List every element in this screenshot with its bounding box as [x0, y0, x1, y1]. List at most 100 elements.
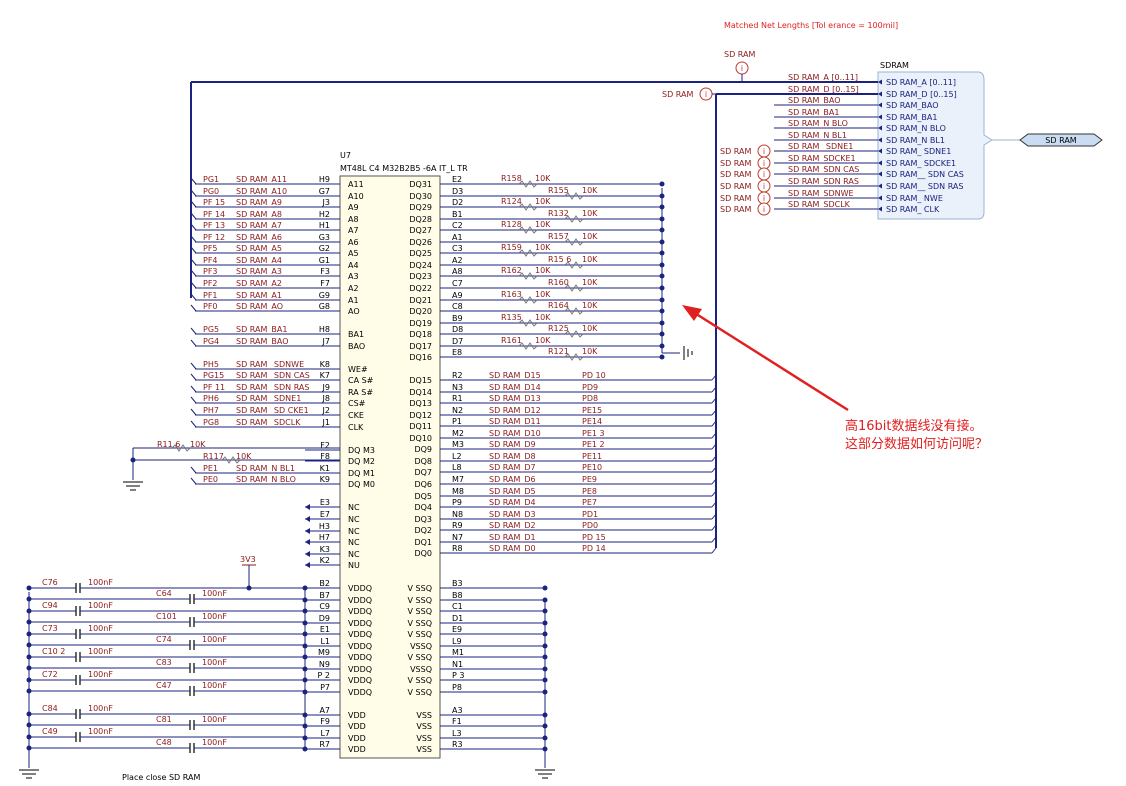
- capacitor-icon: [75, 709, 81, 719]
- pin-name: DQ2: [414, 526, 432, 535]
- ball-number: H3: [319, 522, 330, 531]
- port-label: PE10: [582, 463, 602, 472]
- resistor-ref: R132: [548, 209, 569, 218]
- ball-number: L9: [452, 637, 462, 646]
- pin-name: V SSQ: [408, 596, 432, 605]
- net-label: SD RAM_A10: [236, 187, 287, 196]
- harness-entry-label: SD RAM__ SDN RAS: [886, 182, 963, 191]
- pin-name: VSS: [416, 722, 432, 731]
- pin-name: DQ31: [409, 180, 432, 189]
- pin-name: WE#: [348, 365, 368, 374]
- port-label: PF 13: [203, 221, 225, 230]
- port-name: SD RAM: [1045, 136, 1076, 145]
- pin-name: DQ18: [409, 330, 432, 339]
- ball-number: N1: [452, 660, 463, 669]
- ball-number: P1: [452, 417, 462, 426]
- ball-number: L1: [320, 637, 330, 646]
- ball-number: P 2: [318, 671, 330, 680]
- harness-entry-label: SD RAM_N BL1: [886, 136, 945, 145]
- net-label: SD RAM_D13: [489, 394, 541, 403]
- capacitor-value: 100nF: [88, 727, 113, 736]
- pin-name: VSS: [416, 711, 432, 720]
- port-label: PG8: [203, 418, 219, 427]
- pin-name: DQ30: [409, 192, 432, 201]
- capacitor-ref: C81: [156, 715, 172, 724]
- ball-number: D1: [452, 614, 463, 623]
- pin-name: VDDQ: [348, 676, 372, 685]
- pin-name: A2: [348, 284, 359, 293]
- port-label: PD8: [582, 394, 598, 403]
- bus-entry: [190, 466, 197, 474]
- junction-dot: [659, 354, 665, 360]
- pin-name: VDD: [348, 722, 366, 731]
- ball-number: R2: [452, 371, 463, 380]
- pin-name: BAO: [348, 342, 365, 351]
- net-label: SD RAM_N BLO: [788, 119, 848, 128]
- ball-number: B9: [452, 314, 463, 323]
- pin-name: A7: [348, 226, 359, 235]
- pin-name: DQ7: [414, 468, 432, 477]
- ball-number: F3: [320, 267, 330, 276]
- pin-name: VDDQ: [348, 619, 372, 628]
- port-label: PF 12: [203, 233, 225, 242]
- resistor-ref: R128: [501, 220, 522, 229]
- ball-number: R9: [452, 521, 463, 530]
- resistor-value: 10K: [582, 347, 598, 356]
- capacitor-value: 100nF: [202, 635, 227, 644]
- net-label: SD RAM_D12: [489, 406, 541, 415]
- pin-name: DQ13: [409, 399, 432, 408]
- port-label: PG15: [203, 371, 224, 380]
- resistor-ref: R157: [548, 232, 569, 241]
- arrow-head-icon: [682, 305, 702, 321]
- resistor-ref: R164: [548, 301, 569, 310]
- port-label: PD 15: [582, 533, 606, 542]
- pin-name: VDD: [348, 711, 366, 720]
- port-label: PE9: [582, 475, 597, 484]
- ball-number: B8: [452, 591, 463, 600]
- net-label: SD RAM_D10: [489, 429, 541, 438]
- ball-number: H7: [319, 533, 330, 542]
- net-label: SD RAM_SDCLK: [788, 200, 851, 209]
- annotation-arrow: [689, 308, 849, 412]
- chip-part-number: MT48L C4 M32B2B5 -6A IT_L TR: [340, 164, 468, 173]
- ball-number: D2: [452, 198, 463, 207]
- capacitor-icon: [189, 720, 195, 730]
- pin-name: DQ8: [414, 457, 432, 466]
- port-label: PE1: [203, 464, 218, 473]
- net-label: SD RAM_A [0..11]: [788, 73, 858, 82]
- net-label: SD RAM_D8: [489, 452, 536, 461]
- net-label: SD RAM_A7: [236, 221, 282, 230]
- capacitor-value: 100nF: [202, 715, 227, 724]
- ball-number: A8: [452, 267, 463, 276]
- capacitor-icon: [189, 617, 195, 627]
- junction-dot: [659, 181, 665, 187]
- nc-marker-icon: [305, 516, 310, 522]
- info-flag-glyph: i: [763, 170, 765, 179]
- bus-entry: [190, 396, 197, 404]
- ball-number: P9: [452, 498, 462, 507]
- pin-name: DQ25: [409, 249, 432, 258]
- ball-number: B2: [319, 579, 330, 588]
- pin-name: V SSQ: [408, 676, 432, 685]
- bus-entry: [190, 477, 197, 485]
- ball-number: E8: [452, 348, 462, 357]
- capacitor-icon: [75, 583, 81, 593]
- param-flag-label: SD RAM: [662, 90, 693, 99]
- ball-number: M7: [452, 475, 464, 484]
- capacitor-value: 100nF: [88, 670, 113, 679]
- ball-number: G3: [319, 233, 330, 242]
- capacitor-icon: [189, 663, 195, 673]
- ball-number: P 3: [452, 671, 464, 680]
- junction-dot: [130, 457, 136, 463]
- param-flag-label: SD RAM: [720, 205, 751, 214]
- net-label: SD RAM_A1: [236, 291, 282, 300]
- pin-name: CLK: [348, 423, 364, 432]
- pin-name: VDDQ: [348, 665, 372, 674]
- capacitor-ref: C47: [156, 681, 172, 690]
- capacitor-icon: [75, 675, 81, 685]
- ball-number: N8: [452, 510, 463, 519]
- ball-number: M1: [452, 648, 464, 657]
- capacitor-value: 100nF: [202, 738, 227, 747]
- resistor-ref: R163: [501, 290, 522, 299]
- net-label: SD RAM_BAO: [236, 337, 289, 346]
